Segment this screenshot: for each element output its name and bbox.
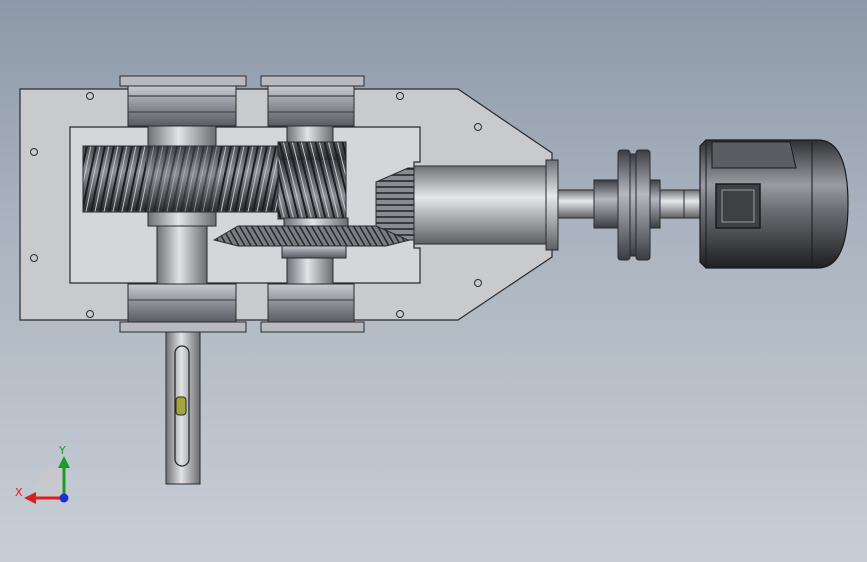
bearing-cap-bottom-left[interactable]: [119, 283, 247, 333]
input-shaft-housing[interactable]: [413, 159, 559, 251]
motor-terminal-box[interactable]: [715, 183, 761, 229]
y-axis-label: Y: [58, 444, 66, 457]
output-helical-gear[interactable]: [82, 145, 280, 213]
bearing-cap-bottom-right[interactable]: [260, 283, 365, 333]
shaft-key: [175, 396, 187, 416]
bearing-cap-top-right[interactable]: [260, 75, 365, 127]
electric-motor[interactable]: [683, 139, 849, 269]
axis-triad: Y X: [15, 444, 70, 504]
model-view[interactable]: Y X: [0, 0, 867, 562]
graphics-viewport[interactable]: Y X: [0, 0, 867, 562]
shaft-coupling[interactable]: [593, 149, 661, 261]
x-axis-label: X: [15, 486, 23, 499]
z-axis-dot: [59, 493, 69, 503]
intermediate-helical-pinion[interactable]: [277, 141, 347, 220]
bearing-cap-top-left[interactable]: [119, 75, 247, 127]
